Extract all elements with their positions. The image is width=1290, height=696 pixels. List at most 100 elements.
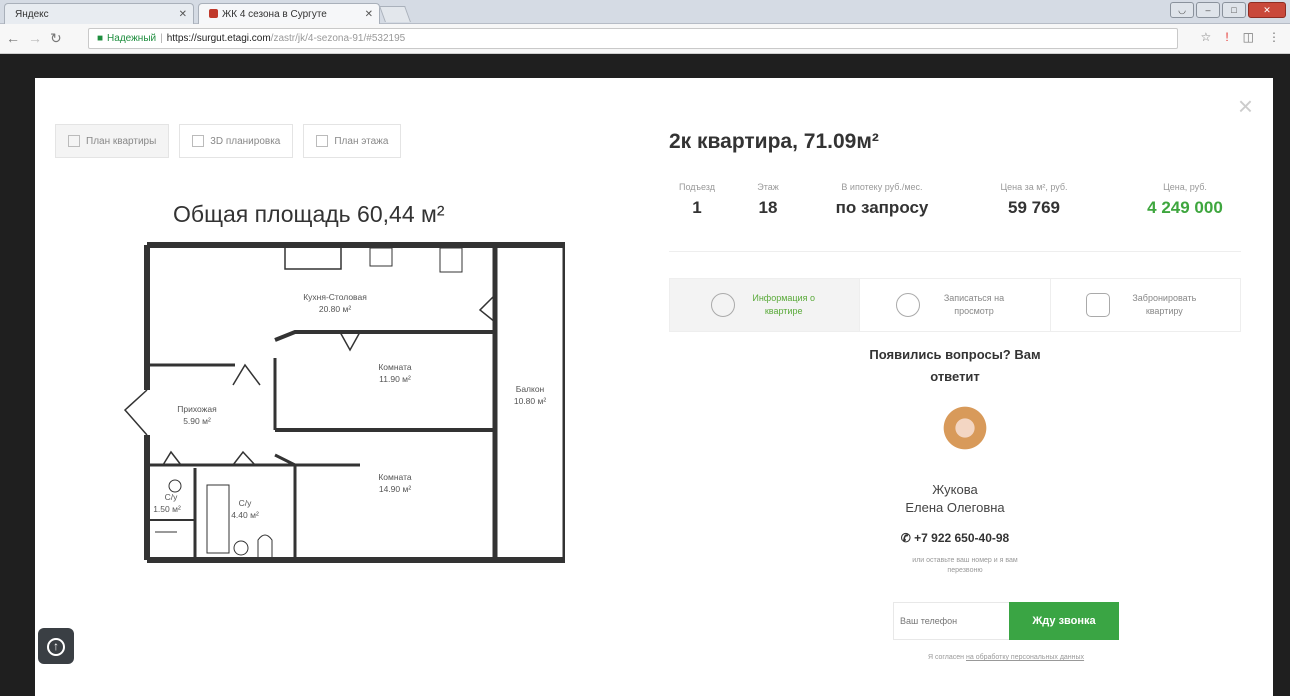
close-icon[interactable]: × xyxy=(1238,93,1253,119)
room-area: 10.80 м² xyxy=(514,396,546,406)
stat-label: В ипотеку руб./мес. xyxy=(841,182,923,192)
stat-price: Цена, руб. 4 249 000 xyxy=(1129,182,1241,218)
tab-label: План этажа xyxy=(334,135,389,147)
floor-icon xyxy=(316,135,329,147)
window-close-button[interactable]: ✕ xyxy=(1248,2,1286,18)
menu-icon[interactable]: ⋮ xyxy=(1268,30,1280,44)
room-label: Кухня-Столовая xyxy=(303,292,367,302)
tab-book-viewing[interactable]: Записаться на просмотр xyxy=(860,279,1051,331)
stat-value: 59 769 xyxy=(1008,198,1060,217)
room-label: С/у xyxy=(165,492,179,502)
consent-prefix: Я согласен xyxy=(927,654,966,661)
apartment-title: 2к квартира, 71.09м² xyxy=(669,130,879,153)
stat-value: по запросу xyxy=(835,198,929,217)
callback-hint: или оставьте ваш номер и я вам перезвоню xyxy=(912,557,1018,574)
lock-icon: ■ xyxy=(97,33,104,44)
tab-label: Записаться на просмотр xyxy=(943,293,1005,316)
maximize-button[interactable]: □ xyxy=(1222,2,1246,18)
user-icon[interactable]: ◡ xyxy=(1170,2,1194,18)
phone-icon: ✆ xyxy=(900,531,915,545)
tab-title: ЖК 4 сезона в Сургуте xyxy=(222,9,327,20)
room-area: 5.90 м² xyxy=(183,416,211,426)
request-call-button[interactable]: Жду звонка xyxy=(1009,602,1119,640)
forward-icon[interactable]: → xyxy=(28,30,42,46)
total-area-title: Общая площадь 60,44 м² xyxy=(173,201,445,227)
stat-price-per-m2: Цена за м², руб. 59 769 xyxy=(969,182,1099,218)
tab-label: 3D планировка xyxy=(210,135,281,147)
tab-title: Яндекс xyxy=(15,9,49,20)
agent-last-name: Жукова xyxy=(932,482,978,497)
room-label: 11.90 м² xyxy=(379,374,411,384)
room-label: Прихожая xyxy=(177,404,217,414)
room-label: С/у xyxy=(239,498,253,508)
phone-number: +7 922 650-40-98 xyxy=(914,531,1010,545)
url-field[interactable]: ■ Надежный | https://surgut.etagi.com/zastr… xyxy=(88,28,1178,49)
favicon-icon xyxy=(209,9,218,18)
back-icon[interactable]: ← xyxy=(6,30,20,46)
apartment-modal: × План квартиры 3D планировка План этажа… xyxy=(35,78,1273,696)
url-host: https://surgut.etagi.com xyxy=(166,33,271,44)
extension-icon[interactable]: ◫ xyxy=(1243,30,1254,44)
extension-icon[interactable]: ! xyxy=(1225,30,1228,44)
hand-icon xyxy=(895,293,920,317)
close-icon[interactable]: ✕ xyxy=(365,4,373,24)
stat-floor: Этаж 18 xyxy=(743,182,793,218)
stat-label: Цена, руб. xyxy=(1163,182,1207,192)
agent-first-name: Елена Олеговна xyxy=(905,500,1005,515)
callback-form: Жду звонка xyxy=(893,602,1119,640)
stat-label: Цена за м², руб. xyxy=(1000,182,1068,192)
agent-phone[interactable]: ✆ +7 922 650-40-98 xyxy=(669,531,1241,545)
room-area: 4.40 м² xyxy=(231,510,259,520)
url-path: /zastr/jk/4-sezona-91/#532195 xyxy=(270,33,406,44)
browser-tab-bar: Яндекс ✕ ЖК 4 сезона в Сургуте ✕ ◡ – □ ✕ xyxy=(0,0,1290,24)
stat-value: 18 xyxy=(758,198,778,217)
stat-label: Подъезд xyxy=(679,182,715,192)
agent-panel: Появились вопросы? Вам ответит Жукова Ел… xyxy=(669,332,1241,696)
address-bar: ← → ↻ ■ Надежный | https://surgut.etagi.com… xyxy=(0,24,1290,54)
secure-label: Надежный xyxy=(107,33,157,44)
action-tabs: Информация о квартире Записаться на прос… xyxy=(669,278,1241,332)
room-label: Балкон xyxy=(516,384,545,394)
room-area: 14.90 м² xyxy=(379,484,411,494)
stat-entrance: Подъезд 1 xyxy=(669,182,725,218)
close-icon[interactable]: ✕ xyxy=(179,4,187,24)
apartment-stats: Подъезд 1 Этаж 18 В ипотеку руб./мес. по… xyxy=(669,182,1241,252)
window-controls: ◡ – □ ✕ xyxy=(1170,2,1286,18)
avatar xyxy=(935,404,995,464)
grid-icon xyxy=(192,135,205,147)
plan-icon xyxy=(68,135,80,147)
room-area: 1.50 м² xyxy=(153,504,181,514)
stat-value: 1 xyxy=(692,198,702,217)
tab-floor-plan[interactable]: План этажа xyxy=(303,124,402,158)
minimize-button[interactable]: – xyxy=(1196,2,1220,18)
lock-icon xyxy=(1086,293,1111,317)
question-heading: Появились вопросы? Вам ответит xyxy=(869,347,1041,384)
scroll-up-button[interactable]: ↑ xyxy=(38,628,74,664)
room-area: 20.80 м² xyxy=(319,304,351,314)
toolbar-icons: ☆ ! ◫ ⋮ xyxy=(1201,30,1280,44)
browser-tab-active[interactable]: ЖК 4 сезона в Сургуте ✕ xyxy=(198,3,380,24)
browser-tab-yandex[interactable]: Яндекс ✕ xyxy=(4,3,194,24)
price-value: 4 249 000 xyxy=(1147,198,1223,217)
phone-input[interactable] xyxy=(893,602,1009,640)
new-tab-button[interactable] xyxy=(379,6,411,22)
tab-apartment-plan[interactable]: План квартиры xyxy=(55,124,170,158)
plan-tabs: План квартиры 3D планировка План этажа xyxy=(55,124,402,158)
reload-icon[interactable]: ↻ xyxy=(50,30,62,47)
tab-label: Информация о квартире xyxy=(752,293,815,316)
room-label: Комната xyxy=(378,362,412,372)
stat-mortgage: В ипотеку руб./мес. по запросу xyxy=(807,182,957,218)
tab-3d-plan[interactable]: 3D планировка xyxy=(179,124,294,158)
tab-label: План квартиры xyxy=(86,135,157,147)
tab-apartment-info[interactable]: Информация о квартире xyxy=(670,279,861,331)
tab-reserve-apartment[interactable]: Забронировать квартиру xyxy=(1050,279,1240,331)
floor-plan: Кухня-Столовая 20.80 м² Комната 11.90 м²… xyxy=(123,242,565,563)
person-icon xyxy=(710,293,735,317)
star-icon[interactable]: ☆ xyxy=(1201,30,1212,44)
tab-label: Забронировать квартиру xyxy=(1132,293,1197,316)
stat-label: Этаж xyxy=(757,182,779,192)
consent-text: Я согласен на обработку персональных дан… xyxy=(893,652,1119,663)
arrow-up-icon: ↑ xyxy=(47,638,65,657)
consent-link[interactable]: на обработку персональных данных xyxy=(966,654,1084,661)
room-label: Комната xyxy=(378,472,412,482)
